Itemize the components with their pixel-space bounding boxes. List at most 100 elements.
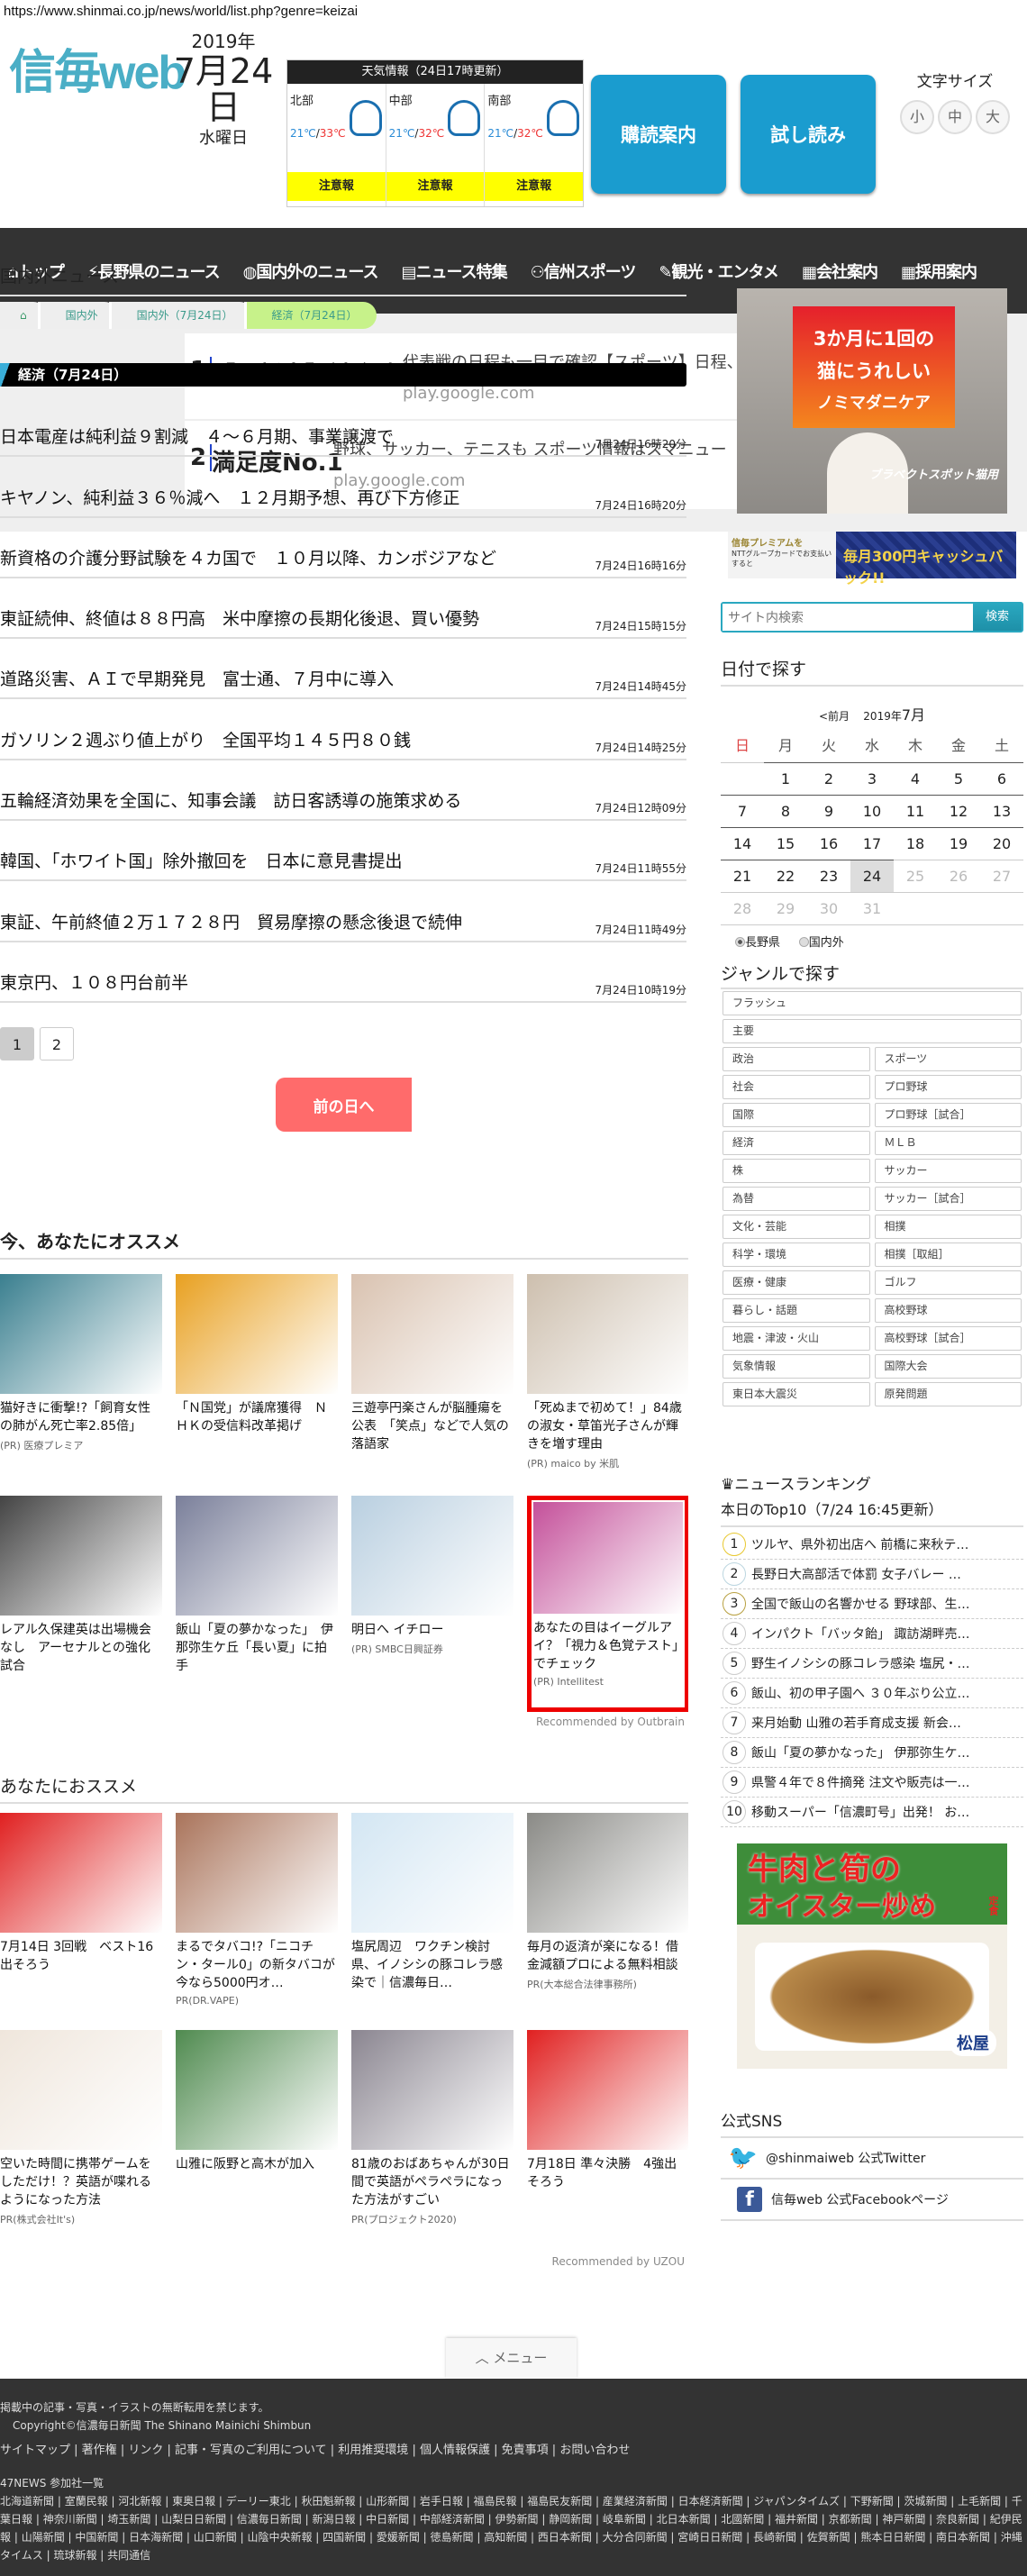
reco-card[interactable]: 三遊亭円楽さんが脳腫瘍を公表 「笑点」などで人気の落語家 (351, 1274, 514, 1490)
calendar-day[interactable]: 5 (937, 762, 980, 795)
genre-button[interactable]: 経済 (723, 1131, 870, 1155)
page-1-button[interactable]: 1 (0, 1027, 34, 1060)
genre-button[interactable]: 社会 (723, 1075, 870, 1099)
card-image[interactable] (527, 2030, 688, 2150)
news47-link[interactable]: 四国新聞 (323, 2531, 366, 2544)
news47-link[interactable]: 上毛新聞 (958, 2495, 1001, 2508)
footer-link[interactable]: 利用推奨環境 (338, 2444, 408, 2457)
reco-card[interactable]: 81歳のおばあちゃんが30日間で英語がペラペラになった方法がすごい PR(プロジェ… (351, 2030, 514, 2242)
calendar-day[interactable]: 12 (937, 795, 980, 827)
matsuya-ad-banner[interactable]: 牛肉と筍の オイスター炒め 定食 松屋 (737, 1843, 1007, 2069)
genre-button[interactable]: 科学・環境 (723, 1242, 870, 1267)
news47-link[interactable]: 信濃毎日新聞 (237, 2513, 302, 2526)
news47-link[interactable]: 伊勢新聞 (495, 2513, 539, 2526)
news47-link[interactable]: 日本経済新聞 (678, 2495, 743, 2508)
calendar-day[interactable]: 4 (894, 762, 937, 795)
prev-month-link[interactable]: <前月 (819, 710, 850, 723)
card-image[interactable] (527, 1813, 688, 1933)
calendar-day[interactable]: 9 (807, 795, 850, 827)
reco-card[interactable]: あなたの目はイーグルアイ？「視力＆色覚テスト」でチェック (PR) Intelli… (527, 1496, 688, 1712)
nav-item[interactable]: ▦採用案内 (901, 259, 977, 283)
rank-title[interactable]: 飯山、初の甲子園へ ３０年ぶり公立… (751, 1684, 969, 1702)
footer-link[interactable]: お問い合わせ (559, 2444, 630, 2457)
news47-link[interactable]: 福島民報 (474, 2495, 517, 2508)
news47-link[interactable]: 福島民友新聞 (527, 2495, 592, 2508)
menu-button[interactable]: ︿ メニュー (446, 2338, 577, 2379)
genre-button[interactable]: 株 (723, 1159, 870, 1183)
news47-link[interactable]: 岩手日報 (420, 2495, 463, 2508)
news47-link[interactable]: 岐阜新聞 (603, 2513, 646, 2526)
card-image[interactable] (351, 2030, 514, 2150)
breadcrumb-item[interactable]: 国内外（7月24日） (108, 302, 253, 329)
rank-title[interactable]: 野生イノシシの豚コレラ感染 塩尻・… (751, 1654, 969, 1672)
news47-link[interactable]: 共同通信 (107, 2549, 150, 2562)
news47-link[interactable]: 宮崎日日新聞 (677, 2531, 742, 2544)
footer-link[interactable]: サイトマップ (0, 2444, 70, 2457)
genre-button[interactable]: プロ野球［試合］ (874, 1103, 1022, 1127)
news47-link[interactable]: 神奈川新聞 (43, 2513, 97, 2526)
page-2-button[interactable]: 2 (40, 1027, 74, 1060)
news47-link[interactable]: 愛媛新聞 (377, 2531, 420, 2544)
card-title[interactable]: 塩尻周辺 ワクチン検討 県、イノシシの豚コレラ感染で｜信濃毎日… (351, 1938, 514, 1992)
news-title[interactable]: 道路災害、ＡＩで早期発見 富士通、７月中に導入 (0, 666, 394, 690)
genre-button[interactable]: ＭＬＢ (874, 1131, 1022, 1155)
genre-button[interactable]: サッカー［試合］ (874, 1187, 1022, 1211)
news-item[interactable]: キヤノン、純利益３６％減へ １２月期予想、再び下方修正 7月24日16時20分 (0, 457, 686, 518)
news47-link[interactable]: 河北新報 (118, 2495, 161, 2508)
calendar-day[interactable]: 24 (850, 860, 894, 892)
cat-ad-banner[interactable]: 3か月に1回の 猫にうれしい ノミマダニケア ブラベクトスポット猫用 (737, 288, 1007, 514)
news47-link[interactable]: 北海道新聞 (0, 2495, 54, 2508)
ranking-item[interactable]: 7 来月始動 山雅の若手育成支援 新会… (721, 1708, 1023, 1738)
news47-link[interactable]: 新潟日報 (312, 2513, 355, 2526)
card-title[interactable]: 「死ぬまで初めて！」84歳の淑女・草笛光子さんが輝きを増す理由 (527, 1399, 688, 1453)
genre-button[interactable]: ゴルフ (874, 1270, 1022, 1295)
reco-card[interactable]: まるでタバコ!?「ニコチン・タール0」の新タバコが今なら5000円オ… PR(DR… (176, 1813, 338, 2025)
genre-button[interactable]: サッカー (874, 1159, 1022, 1183)
calendar-day[interactable]: 22 (764, 860, 807, 892)
footer-link[interactable]: 免責事項 (502, 2444, 549, 2457)
ranking-item[interactable]: 4 インパクト「バッタ飴」 諏訪湖畔売… (721, 1619, 1023, 1649)
reco-card[interactable]: 7月14日 3回戦 ベスト16出そろう (0, 1813, 162, 2025)
card-title[interactable]: あなたの目はイーグルアイ？「視力＆色覚テスト」でチェック (533, 1619, 683, 1673)
ranking-item[interactable]: 10 移動スーパー「信濃町号」出発！ お… (721, 1798, 1023, 1827)
card-image[interactable] (0, 1813, 162, 1933)
footer-link[interactable]: 個人情報保護 (420, 2444, 490, 2457)
news47-link[interactable]: 琉球新報 (53, 2549, 96, 2562)
site-logo[interactable]: 信毎web (9, 34, 186, 102)
card-title[interactable]: 空いた時間に携帯ゲームをしただけ！？英語が喋れるようになった方法 (0, 2155, 162, 2209)
calendar-day[interactable]: 3 (850, 762, 894, 795)
rank-title[interactable]: 県警４年で８件摘発 注文や販売は一… (751, 1773, 969, 1791)
card-title[interactable]: 「Ｎ国党」が議席獲得 ＮＨＫの受信料改革掲げ (176, 1399, 338, 1435)
genre-button[interactable]: 原発問題 (874, 1382, 1022, 1406)
card-image[interactable] (176, 1496, 338, 1616)
genre-button[interactable]: 相撲 (874, 1215, 1022, 1239)
card-title[interactable]: 飯山「夏の夢かなった」 伊那弥生ケ丘「長い夏」に拍手 (176, 1621, 338, 1675)
card-image[interactable] (176, 2030, 338, 2150)
reco-card[interactable]: 猫好きに衝撃!?「飼育女性の肺がん死亡率2.85倍」 (PR) 医療プレミア (0, 1274, 162, 1490)
news47-link[interactable]: 北國新聞 (721, 2513, 764, 2526)
news-item[interactable]: 道路災害、ＡＩで早期発見 富士通、７月中に導入 7月24日14時45分 (0, 639, 686, 700)
news47-link[interactable]: 徳島新聞 (431, 2531, 474, 2544)
calendar-day[interactable]: 14 (721, 827, 764, 860)
card-title[interactable]: レアル久保建英は出場機会なし アーセナルとの強化試合 (0, 1621, 162, 1675)
news47-link[interactable]: 福井新聞 (775, 2513, 818, 2526)
news-item[interactable]: 東京円、１０８円台前半 7月24日10時19分 (0, 942, 686, 1003)
calendar-day[interactable]: 1 (764, 762, 807, 795)
font-size-small-button[interactable]: 小 (900, 100, 934, 134)
calendar-day[interactable]: 13 (980, 795, 1023, 827)
font-size-large-button[interactable]: 大 (976, 100, 1010, 134)
news47-link[interactable]: 中日新聞 (366, 2513, 409, 2526)
address-url[interactable]: https://www.shinmai.co.jp/news/world/lis… (4, 4, 358, 19)
news47-link[interactable]: 大分合同新聞 (603, 2531, 668, 2544)
news47-link[interactable]: 中国新聞 (75, 2531, 118, 2544)
news47-link[interactable]: 中部経済新聞 (420, 2513, 485, 2526)
calendar-day[interactable]: 20 (980, 827, 1023, 860)
ranking-item[interactable]: 5 野生イノシシの豚コレラ感染 塩尻・… (721, 1649, 1023, 1679)
nav-item[interactable]: ✎観光・エンタメ (659, 259, 779, 283)
genre-button[interactable]: 相撲［取組］ (874, 1242, 1022, 1267)
news-title[interactable]: 東京円、１０８円台前半 (0, 969, 188, 994)
news47-link[interactable]: 熊本日日新聞 (860, 2531, 925, 2544)
news47-link[interactable]: 神戸新聞 (882, 2513, 925, 2526)
reco-card[interactable]: 「死ぬまで初めて！」84歳の淑女・草笛光子さんが輝きを増す理由 (PR) maic… (527, 1274, 688, 1490)
card-title[interactable]: 7月18日 準々決勝 4強出そろう (527, 2155, 688, 2191)
